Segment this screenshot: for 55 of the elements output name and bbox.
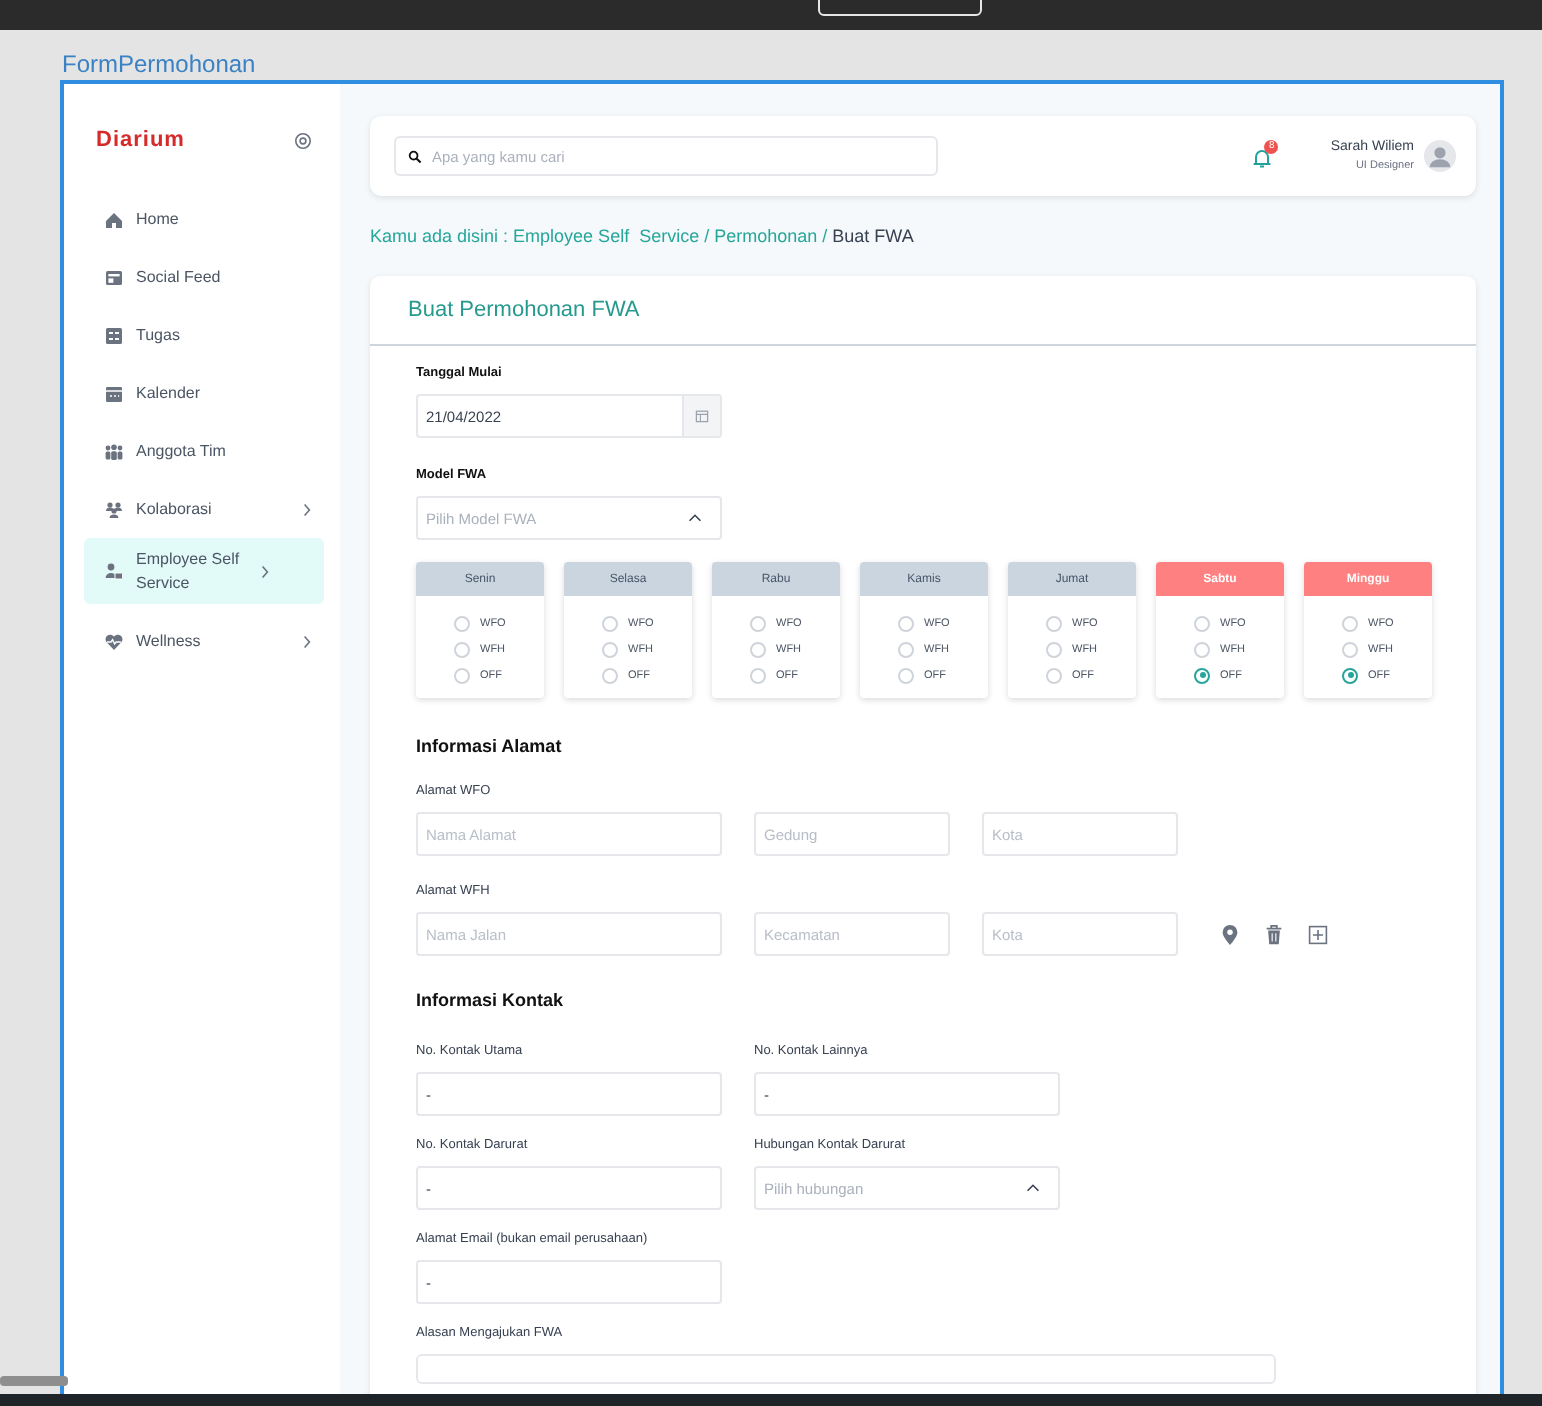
radio-button[interactable] <box>898 615 914 631</box>
avatar-icon[interactable] <box>1424 140 1456 172</box>
radio-button[interactable] <box>602 667 618 683</box>
radio-button[interactable] <box>1342 615 1358 631</box>
form-title: Buat Permohonan FWA <box>408 298 640 322</box>
nav-item[interactable]: Employee Self Service <box>84 538 324 604</box>
group-icon <box>104 441 124 461</box>
newspaper-icon <box>104 267 124 287</box>
radio-button[interactable] <box>602 615 618 631</box>
radio-button[interactable] <box>750 667 766 683</box>
nav-item[interactable]: Kolaborasi <box>84 480 324 538</box>
nav-item[interactable]: Tugas <box>84 306 324 364</box>
target-icon[interactable] <box>294 131 312 149</box>
radio-button[interactable] <box>454 641 470 657</box>
section-title: Informasi Kontak <box>416 990 566 1010</box>
radio-button[interactable] <box>1046 641 1062 657</box>
radio-button[interactable] <box>1194 615 1210 631</box>
frame-title: FormPermohonan <box>62 50 258 78</box>
radio-button[interactable] <box>1194 641 1210 657</box>
radio-button[interactable] <box>1342 641 1358 657</box>
location-pin-icon[interactable] <box>1220 923 1240 945</box>
nav-item[interactable]: Home <box>84 190 324 248</box>
chevron-up-icon <box>1024 1182 1042 1194</box>
person-card-icon <box>104 561 124 581</box>
radio-button[interactable] <box>898 667 914 683</box>
radio-button[interactable] <box>750 615 766 631</box>
nav-item[interactable]: Anggota Tim <box>84 422 324 480</box>
radio-button[interactable] <box>602 641 618 657</box>
trash-icon[interactable] <box>1264 923 1284 945</box>
heart-pulse-icon <box>104 631 124 651</box>
people-icon <box>104 499 124 519</box>
search-icon <box>408 149 422 163</box>
radio-button[interactable] <box>1342 667 1358 683</box>
text-area[interactable] <box>416 1354 1276 1384</box>
radio-button[interactable] <box>750 641 766 657</box>
calendar-icon <box>104 383 124 403</box>
radio-button[interactable] <box>454 667 470 683</box>
radio-button[interactable] <box>1194 667 1210 683</box>
checklist-icon <box>104 325 124 345</box>
bell-icon[interactable] <box>1250 146 1275 170</box>
nav-item[interactable]: Wellness <box>84 612 324 670</box>
scrollbar-thumb[interactable] <box>0 1376 68 1386</box>
chevron-up-icon <box>686 512 704 524</box>
logo: Diarium <box>96 128 185 152</box>
radio-button[interactable] <box>898 641 914 657</box>
house-icon <box>104 209 124 229</box>
section-title: Informasi Alamat <box>416 736 564 756</box>
nav-item[interactable]: Kalender <box>84 364 324 422</box>
breadcrumb-current: Buat FWA <box>832 226 914 246</box>
plus-square-icon[interactable] <box>1308 923 1328 945</box>
radio-button[interactable] <box>1046 667 1062 683</box>
radio-button[interactable] <box>1046 615 1062 631</box>
radio-button[interactable] <box>454 615 470 631</box>
nav-item[interactable]: Social Feed <box>84 248 324 306</box>
calendar-icon[interactable] <box>694 408 710 424</box>
